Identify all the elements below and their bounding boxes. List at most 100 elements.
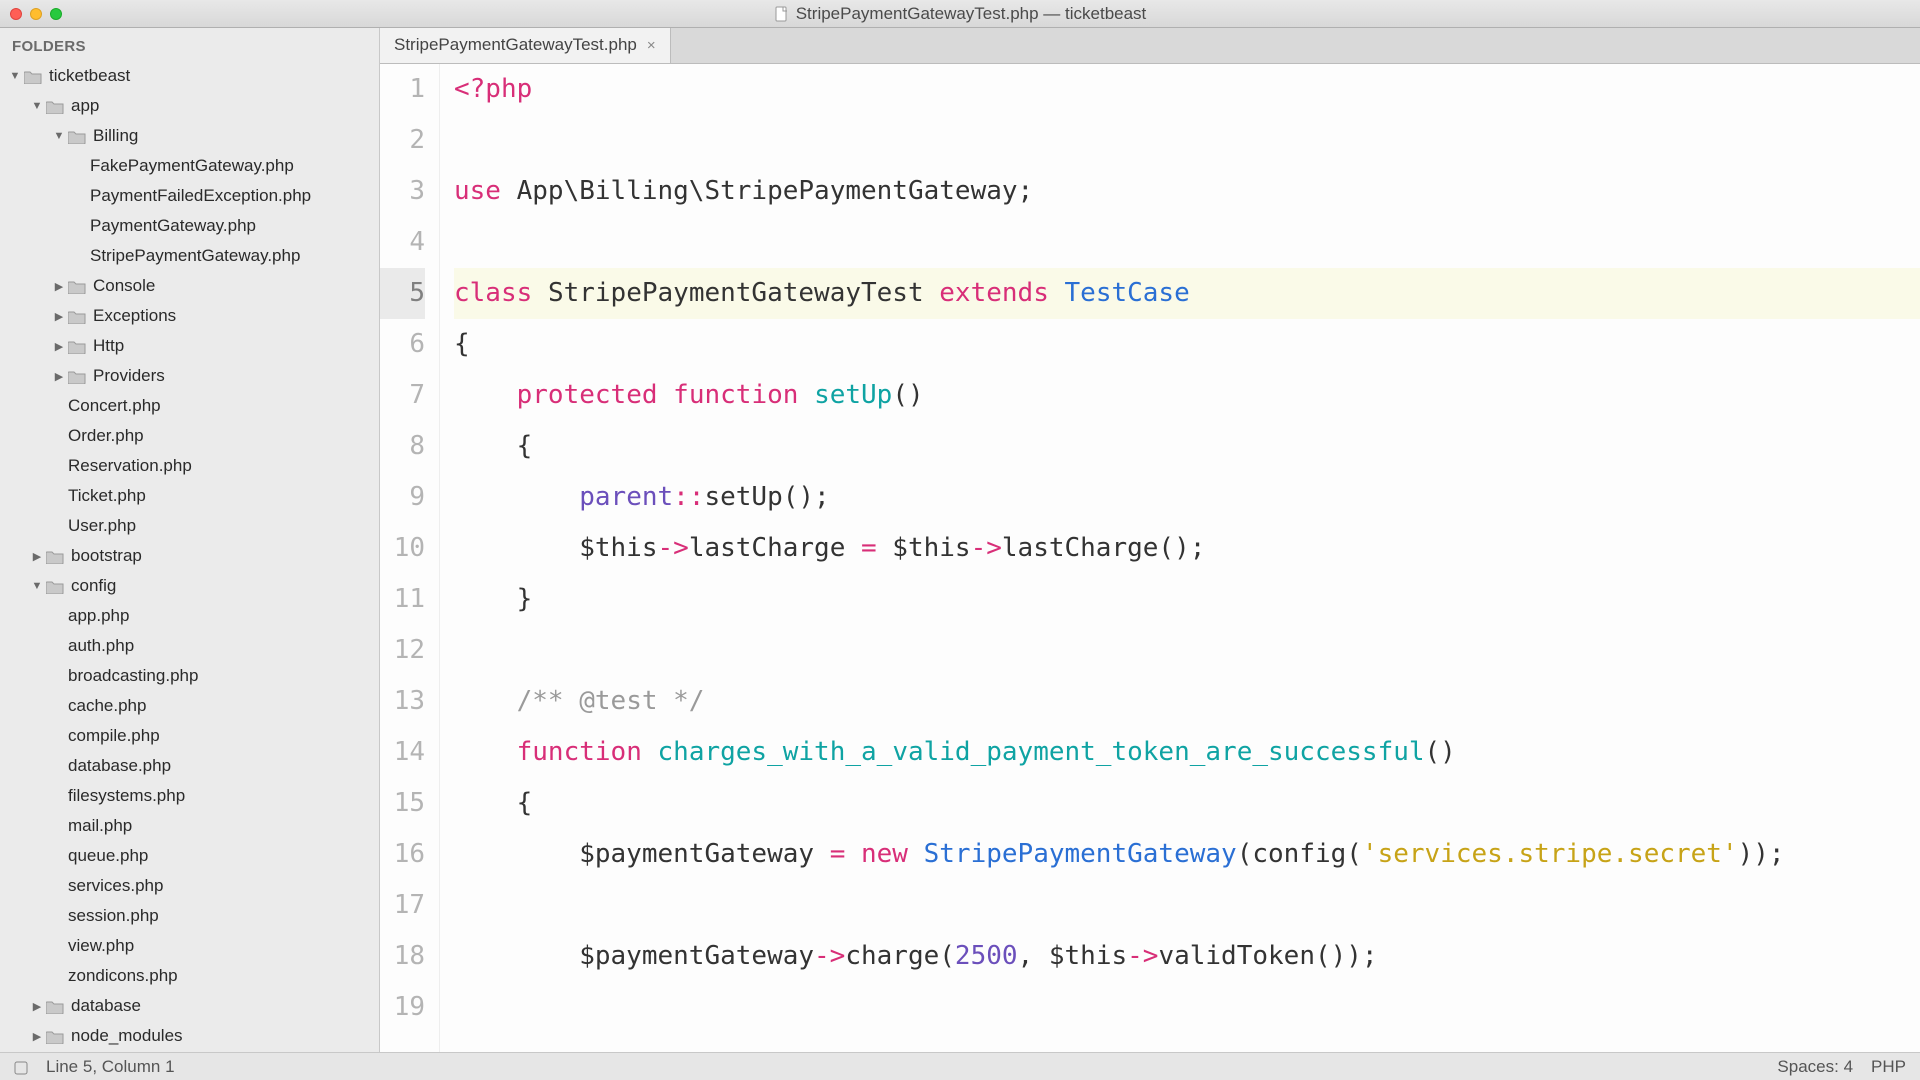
indent-setting[interactable]: Spaces: 4 [1777, 1057, 1853, 1077]
folder-row[interactable]: ▶Providers [0, 361, 379, 391]
file-row[interactable]: session.php [0, 901, 379, 931]
file-row[interactable]: PaymentFailedException.php [0, 181, 379, 211]
code-line[interactable] [454, 217, 1920, 268]
disclosure-arrow-icon[interactable]: ▶ [52, 280, 66, 293]
code-line[interactable]: parent::setUp(); [454, 472, 1920, 523]
code-line[interactable]: $paymentGateway->charge(2500, $this->val… [454, 931, 1920, 982]
tree-label: auth.php [68, 636, 134, 656]
tree-label: queue.php [68, 846, 148, 866]
code-line[interactable]: $paymentGateway = new StripePaymentGatew… [454, 829, 1920, 880]
code-line[interactable] [454, 115, 1920, 166]
window-title-wrap: StripePaymentGatewayTest.php — ticketbea… [0, 4, 1920, 24]
minimize-window-button[interactable] [30, 8, 42, 20]
disclosure-arrow-icon[interactable]: ▼ [30, 580, 44, 592]
file-row[interactable]: compile.php [0, 721, 379, 751]
folder-row[interactable]: ▼ticketbeast [0, 61, 379, 91]
file-row[interactable]: filesystems.php [0, 781, 379, 811]
file-tree[interactable]: ▼ticketbeast▼app▼BillingFakePaymentGatew… [0, 61, 379, 1052]
code-line[interactable]: <?php [454, 64, 1920, 115]
disclosure-arrow-icon[interactable]: ▼ [52, 130, 66, 142]
folder-icon [46, 99, 64, 114]
code-line[interactable] [454, 625, 1920, 676]
code-token: use [454, 176, 501, 206]
folder-row[interactable]: ▼app [0, 91, 379, 121]
disclosure-arrow-icon[interactable]: ▶ [30, 1000, 44, 1013]
file-row[interactable]: app.php [0, 601, 379, 631]
file-row[interactable]: Concert.php [0, 391, 379, 421]
code-line[interactable]: } [454, 574, 1920, 625]
file-icon [774, 6, 790, 22]
editor: StripePaymentGatewayTest.php × 123456789… [380, 28, 1920, 1052]
folder-row[interactable]: ▶database [0, 991, 379, 1021]
file-row[interactable]: mail.php [0, 811, 379, 841]
tree-label: Exceptions [93, 306, 176, 326]
folder-row[interactable]: ▶bootstrap [0, 541, 379, 571]
close-window-button[interactable] [10, 8, 22, 20]
disclosure-arrow-icon[interactable]: ▶ [52, 340, 66, 353]
file-row[interactable]: auth.php [0, 631, 379, 661]
maximize-window-button[interactable] [50, 8, 62, 20]
folder-row[interactable]: ▼config [0, 571, 379, 601]
code-line[interactable]: function charges_with_a_valid_payment_to… [454, 727, 1920, 778]
folder-row[interactable]: ▶ Exceptions [0, 301, 379, 331]
folder-row[interactable]: ▶Http [0, 331, 379, 361]
code-line[interactable]: { [454, 778, 1920, 829]
file-row[interactable]: queue.php [0, 841, 379, 871]
code-token: :: [673, 482, 704, 512]
code-line[interactable]: /** @test */ [454, 676, 1920, 727]
folder-row[interactable]: ▶Console [0, 271, 379, 301]
code-token [924, 278, 940, 308]
code-token: validToken()); [1158, 941, 1377, 971]
code-token [454, 635, 470, 665]
file-row[interactable]: zondicons.php [0, 961, 379, 991]
folder-icon [68, 369, 86, 384]
file-row[interactable]: PaymentGateway.php [0, 211, 379, 241]
code-token: () [1425, 737, 1456, 767]
code-line[interactable]: { [454, 319, 1920, 370]
file-row[interactable]: User.php [0, 511, 379, 541]
code-token [454, 686, 517, 716]
file-row[interactable]: view.php [0, 931, 379, 961]
disclosure-arrow-icon[interactable]: ▶ [30, 550, 44, 563]
code-token [454, 380, 517, 410]
cursor-position[interactable]: Line 5, Column 1 [46, 1057, 175, 1077]
disclosure-arrow-icon[interactable]: ▶ [52, 370, 66, 383]
line-number: 10 [380, 523, 425, 574]
code-token: = [861, 533, 877, 563]
sidebar: FOLDERS ▼ticketbeast▼app▼BillingFakePaym… [0, 28, 380, 1052]
folder-row[interactable]: ▶node_modules [0, 1021, 379, 1051]
folder-row[interactable]: ▼Billing [0, 121, 379, 151]
file-row[interactable]: database.php [0, 751, 379, 781]
tree-label: zondicons.php [68, 966, 178, 986]
file-row[interactable]: services.php [0, 871, 379, 901]
file-row[interactable]: broadcasting.php [0, 661, 379, 691]
disclosure-arrow-icon[interactable]: ▶ [52, 310, 66, 323]
code-token: (config( [1237, 839, 1362, 869]
line-number: 12 [380, 625, 425, 676]
file-row[interactable]: FakePaymentGateway.php [0, 151, 379, 181]
code-line[interactable]: use App\Billing\StripePaymentGateway; [454, 166, 1920, 217]
code-line[interactable]: protected function setUp() [454, 370, 1920, 421]
file-row[interactable]: StripePaymentGateway.php [0, 241, 379, 271]
tab-active[interactable]: StripePaymentGatewayTest.php × [380, 27, 671, 63]
code-line[interactable]: $this->lastCharge = $this->lastCharge(); [454, 523, 1920, 574]
close-icon[interactable]: × [647, 37, 656, 54]
tree-label: Ticket.php [68, 486, 146, 506]
code-line[interactable]: { [454, 421, 1920, 472]
file-row[interactable]: cache.php [0, 691, 379, 721]
status-icon[interactable] [14, 1060, 28, 1074]
code-line[interactable] [454, 880, 1920, 931]
language-mode[interactable]: PHP [1871, 1057, 1906, 1077]
file-row[interactable]: Reservation.php [0, 451, 379, 481]
code-area[interactable]: 12345678910111213141516171819 <?php use … [380, 64, 1920, 1052]
disclosure-arrow-icon[interactable]: ▼ [30, 100, 44, 112]
file-row[interactable]: Ticket.php [0, 481, 379, 511]
code-line[interactable]: class StripePaymentGatewayTest extends T… [454, 268, 1920, 319]
code-content[interactable]: <?php use App\Billing\StripePaymentGatew… [440, 64, 1920, 1052]
disclosure-arrow-icon[interactable]: ▼ [8, 70, 22, 82]
file-row[interactable]: Order.php [0, 421, 379, 451]
disclosure-arrow-icon[interactable]: ▶ [30, 1030, 44, 1043]
folder-icon [24, 69, 42, 84]
code-line[interactable] [454, 982, 1920, 1033]
code-token: extends [939, 278, 1049, 308]
